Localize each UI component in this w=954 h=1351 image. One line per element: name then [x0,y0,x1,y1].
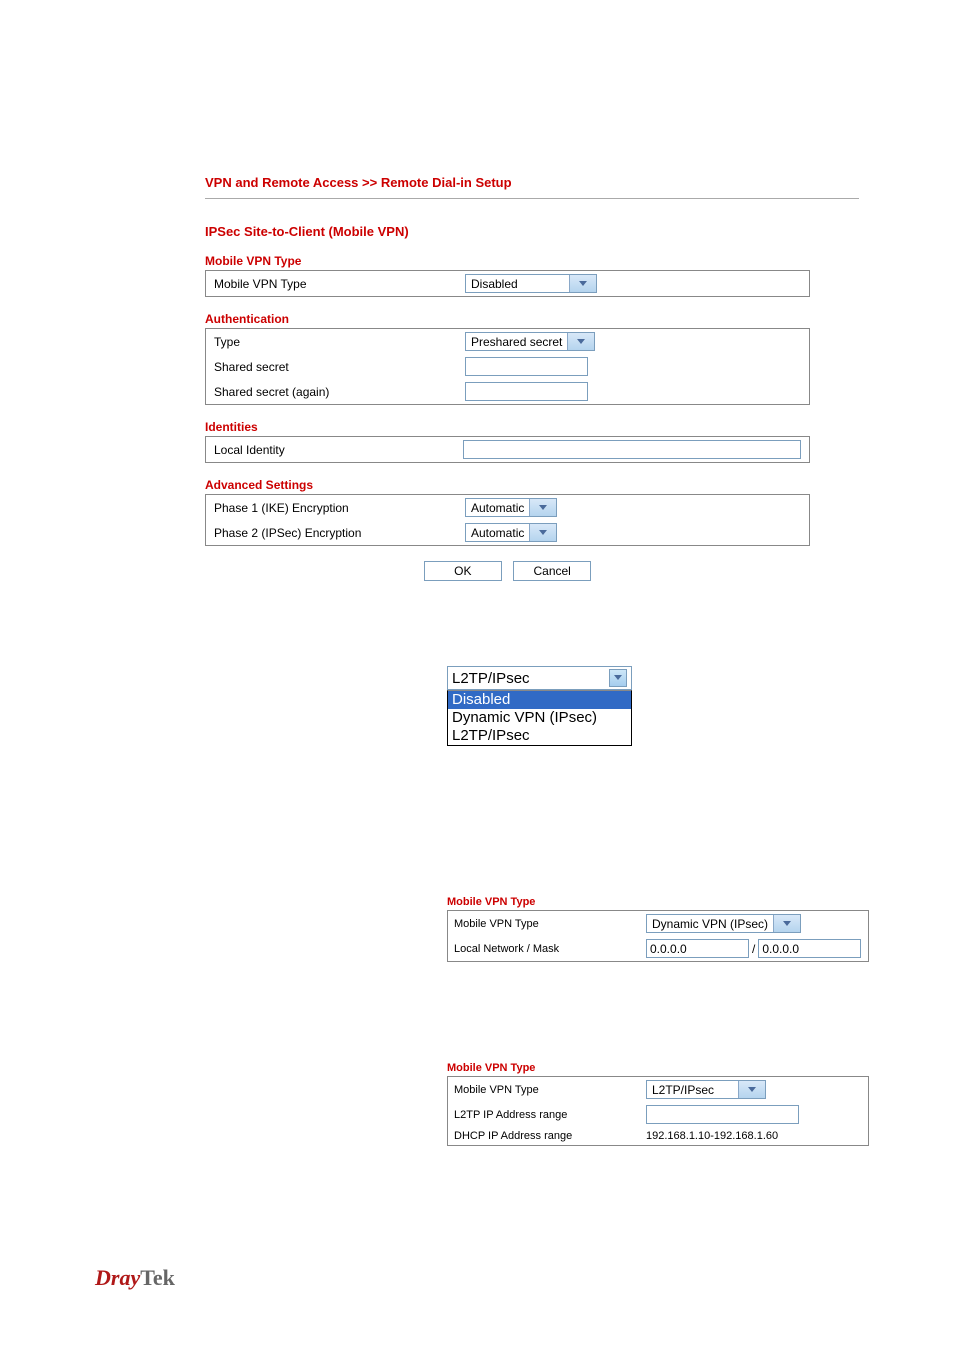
select-value: Preshared secret [466,335,567,349]
dropdown-expanded: L2TP/IPsec Disabled Dynamic VPN (IPsec) … [447,666,632,746]
fig2-mask-sep: / [749,942,758,956]
dropdown-option-disabled[interactable]: Disabled [448,691,631,709]
fig2-title: Mobile VPN Type [447,896,869,908]
dropdown-selected-box[interactable]: L2TP/IPsec [447,666,632,690]
fig2-wrap: Mobile VPN Type Mobile VPN Type Dynamic … [447,896,869,962]
fig3-row-l2tp-range: L2TP IP Address range [448,1102,869,1127]
select-value: Dynamic VPN (IPsec) [647,917,773,931]
fig3-wrap: Mobile VPN Type Mobile VPN Type L2TP/IPs… [447,1062,869,1146]
select-value: L2TP/IPsec [647,1083,719,1097]
panel-mobile-vpn-type: Mobile VPN Type Disabled [205,270,810,297]
fig3-label-dhcp-range: DHCP IP Address range [448,1127,641,1146]
panel-identities: Local Identity [205,436,810,463]
row-local-identity: Local Identity [206,437,810,463]
label-phase1: Phase 1 (IKE) Encryption [206,495,458,521]
fig2-label-type: Mobile VPN Type [448,911,641,937]
fig3-row-dhcp-range: DHCP IP Address range 192.168.1.10-192.1… [448,1127,869,1146]
fig2-label-mask: Local Network / Mask [448,936,641,962]
chevron-down-icon [773,915,800,932]
label-local-identity: Local Identity [206,437,456,463]
row-phase1: Phase 1 (IKE) Encryption Automatic [206,495,810,521]
fig3-row-type: Mobile VPN Type L2TP/IPsec [448,1077,869,1103]
label-shared-secret: Shared secret [206,354,458,379]
fig2-table: Mobile VPN Type Dynamic VPN (IPsec) Loca… [447,910,869,962]
fig3-value-dhcp-range: 192.168.1.10-192.168.1.60 [640,1127,869,1146]
breadcrumb: VPN and Remote Access >> Remote Dial-in … [205,175,859,190]
select-mobile-vpn-type[interactable]: Disabled [465,274,597,293]
fig3-input-l2tp-range[interactable] [646,1105,799,1124]
button-row: OK Cancel [205,561,810,581]
select-auth-type[interactable]: Preshared secret [465,332,595,351]
fig2-input-mask[interactable] [758,939,861,958]
panel-advanced: Phase 1 (IKE) Encryption Automatic Phase… [205,494,810,546]
label-auth-type: Type [206,329,458,355]
logo-part2: Tek [140,1265,175,1290]
panel-title-mobile-vpn-type: Mobile VPN Type [205,254,859,268]
logo-part1: Dray [95,1265,140,1290]
label-mobile-vpn-type: Mobile VPN Type [206,271,458,297]
input-shared-secret-again[interactable] [465,382,588,401]
dropdown-option-dynamic[interactable]: Dynamic VPN (IPsec) [448,709,631,727]
fig3-label-l2tp-range: L2TP IP Address range [448,1102,641,1127]
ok-button[interactable]: OK [424,561,502,581]
fig2-row-mask: Local Network / Mask / [448,936,869,962]
chevron-down-icon [529,524,556,541]
chevron-down-icon [569,275,596,292]
row-auth-type: Type Preshared secret [206,329,810,355]
panel-title-authentication: Authentication [205,312,859,326]
divider [205,198,859,199]
chevron-down-icon [738,1081,765,1098]
row-shared-secret: Shared secret [206,354,810,379]
label-phase2: Phase 2 (IPSec) Encryption [206,520,458,546]
fig2-row-type: Mobile VPN Type Dynamic VPN (IPsec) [448,911,869,937]
input-local-identity[interactable] [463,440,801,459]
dropdown-option-l2tp[interactable]: L2TP/IPsec [448,727,631,745]
select-value: Automatic [466,501,529,515]
select-value: Disabled [466,277,523,291]
fig2-input-network[interactable] [646,939,749,958]
select-value: Automatic [466,526,529,540]
fig3-select-type[interactable]: L2TP/IPsec [646,1080,766,1099]
dropdown-list: Disabled Dynamic VPN (IPsec) L2TP/IPsec [447,690,632,746]
fig3-label-type: Mobile VPN Type [448,1077,641,1103]
chevron-down-icon [567,333,594,350]
panel-title-advanced: Advanced Settings [205,478,859,492]
panel-title-identities: Identities [205,420,859,434]
fig3-title: Mobile VPN Type [447,1062,869,1074]
fig3-table: Mobile VPN Type L2TP/IPsec L2TP IP Addre… [447,1076,869,1146]
chevron-down-icon [529,499,556,516]
input-shared-secret[interactable] [465,357,588,376]
select-phase2[interactable]: Automatic [465,523,557,542]
row-mobile-vpn-type: Mobile VPN Type Disabled [206,271,810,297]
dropdown-selected-value: L2TP/IPsec [452,670,530,687]
cancel-button[interactable]: Cancel [513,561,591,581]
fig2-select-type[interactable]: Dynamic VPN (IPsec) [646,914,801,933]
panel-authentication: Type Preshared secret Shared secret Shar… [205,328,810,405]
row-phase2: Phase 2 (IPSec) Encryption Automatic [206,520,810,546]
chevron-down-icon [609,669,627,687]
select-phase1[interactable]: Automatic [465,498,557,517]
label-shared-secret-again: Shared secret (again) [206,379,458,405]
brand-logo: DrayTek [95,1265,175,1291]
section-title: IPSec Site-to-Client (Mobile VPN) [205,224,859,239]
row-shared-secret-again: Shared secret (again) [206,379,810,405]
